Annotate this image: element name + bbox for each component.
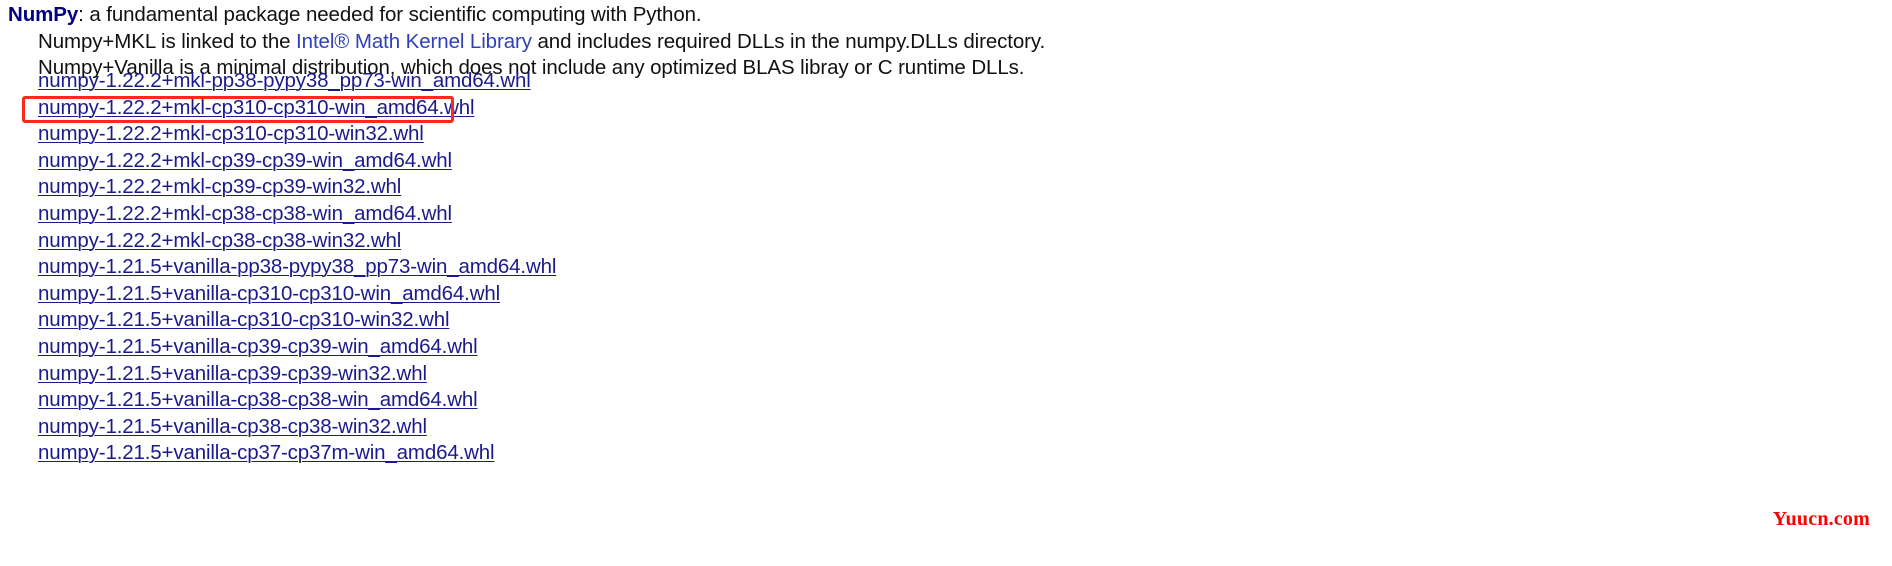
wheel-download-link[interactable]: numpy-1.21.5+vanilla-cp37-cp37m-win_amd6… — [38, 441, 495, 464]
wheel-download-link[interactable]: numpy-1.22.2+mkl-cp38-cp38-win32.whl — [38, 229, 401, 252]
list-item: numpy-1.22.2+mkl-cp39-cp39-win32.whl — [0, 174, 1500, 201]
wheel-download-link[interactable]: numpy-1.22.2+mkl-pp38-pypy38_pp73-win_am… — [38, 69, 531, 92]
package-name: NumPy — [8, 3, 79, 26]
wheel-download-link[interactable]: numpy-1.21.5+vanilla-cp310-cp310-win_amd… — [38, 282, 500, 305]
wheel-download-link[interactable]: numpy-1.22.2+mkl-cp39-cp39-win_amd64.whl — [38, 149, 452, 172]
list-item: numpy-1.22.2+mkl-cp38-cp38-win_amd64.whl — [0, 201, 1500, 228]
list-item: numpy-1.22.2+mkl-cp310-cp310-win_amd64.w… — [0, 95, 1500, 122]
intro-line-1-text: : a fundamental package needed for scien… — [78, 3, 702, 26]
download-link-list: numpy-1.22.2+mkl-pp38-pypy38_pp73-win_am… — [0, 68, 1500, 467]
page-root: NumPy: a fundamental package needed for … — [0, 0, 1892, 566]
wheel-download-link[interactable]: numpy-1.21.5+vanilla-pp38-pypy38_pp73-wi… — [38, 255, 556, 278]
wheel-download-link[interactable]: numpy-1.21.5+vanilla-cp38-cp38-win_amd64… — [38, 388, 478, 411]
list-item: numpy-1.22.2+mkl-pp38-pypy38_pp73-win_am… — [0, 68, 1500, 95]
list-item: numpy-1.21.5+vanilla-cp310-cp310-win32.w… — [0, 307, 1500, 334]
intro-line-2: Numpy+MKL is linked to the Intel® Math K… — [0, 29, 1400, 56]
list-item: numpy-1.21.5+vanilla-cp38-cp38-win_amd64… — [0, 387, 1500, 414]
wheel-download-link[interactable]: numpy-1.22.2+mkl-cp39-cp39-win32.whl — [38, 175, 401, 198]
intro-line-2-before: Numpy+MKL is linked to the — [38, 29, 297, 53]
list-item: numpy-1.22.2+mkl-cp39-cp39-win_amd64.whl — [0, 148, 1500, 175]
wheel-download-link[interactable]: numpy-1.21.5+vanilla-cp38-cp38-win32.whl — [38, 415, 427, 438]
wheel-download-link[interactable]: numpy-1.21.5+vanilla-cp310-cp310-win32.w… — [38, 308, 450, 331]
intro-line-1: NumPy: a fundamental package needed for … — [0, 0, 1400, 29]
wheel-download-link[interactable]: numpy-1.21.5+vanilla-cp39-cp39-win_amd64… — [38, 335, 478, 358]
watermark: Yuucn.com — [1772, 508, 1870, 530]
list-item: numpy-1.22.2+mkl-cp310-cp310-win32.whl — [0, 121, 1500, 148]
wheel-download-link[interactable]: numpy-1.21.5+vanilla-cp39-cp39-win32.whl — [38, 362, 427, 385]
list-item: numpy-1.21.5+vanilla-cp38-cp38-win32.whl — [0, 414, 1500, 441]
list-item: numpy-1.21.5+vanilla-cp39-cp39-win_amd64… — [0, 334, 1500, 361]
list-item: numpy-1.22.2+mkl-cp38-cp38-win32.whl — [0, 228, 1500, 255]
wheel-download-link[interactable]: numpy-1.22.2+mkl-cp310-cp310-win32.whl — [38, 122, 424, 145]
list-item: numpy-1.21.5+vanilla-cp310-cp310-win_amd… — [0, 281, 1500, 308]
intel-mkl-link[interactable]: Intel® Math Kernel Library — [296, 30, 532, 53]
list-item: numpy-1.21.5+vanilla-cp37-cp37m-win_amd6… — [0, 440, 1500, 467]
intro-line-2-after: and includes required DLLs in the numpy.… — [531, 29, 1046, 53]
wheel-download-link[interactable]: numpy-1.22.2+mkl-cp38-cp38-win_amd64.whl — [38, 202, 452, 225]
list-item: numpy-1.21.5+vanilla-cp39-cp39-win32.whl — [0, 361, 1500, 388]
list-item: numpy-1.21.5+vanilla-pp38-pypy38_pp73-wi… — [0, 254, 1500, 281]
wheel-download-link[interactable]: numpy-1.22.2+mkl-cp310-cp310-win_amd64.w… — [38, 96, 475, 119]
